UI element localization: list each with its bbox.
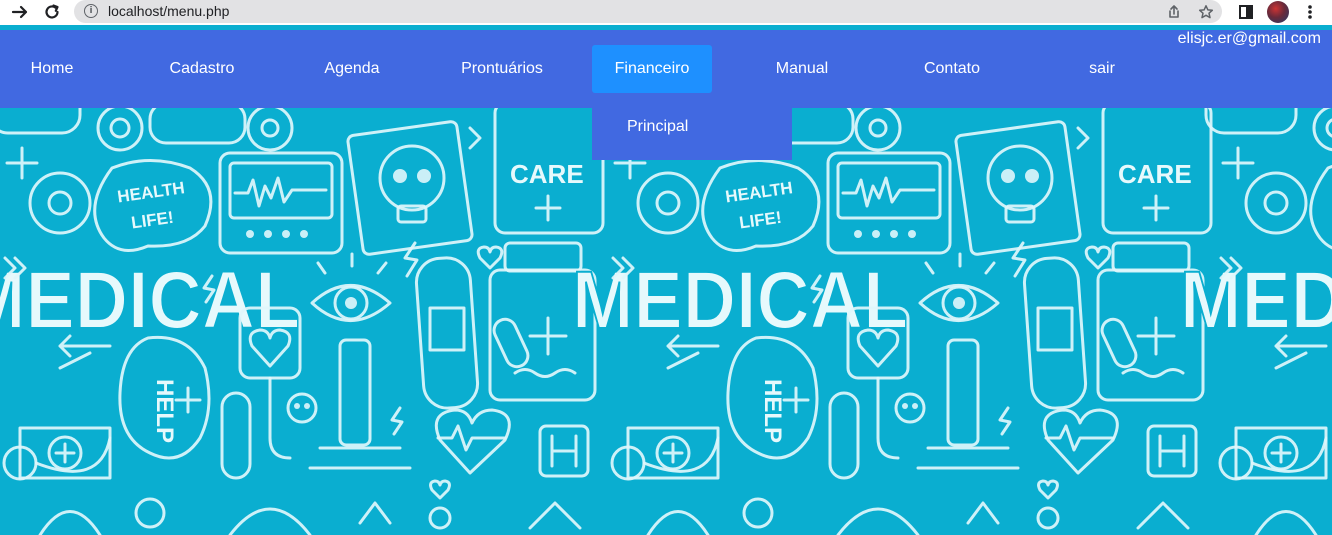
hero-background: HEALTH LIFE! CARE MEDICAL [0,108,1332,535]
reload-icon[interactable] [40,0,64,24]
profile-avatar[interactable] [1266,0,1290,24]
financeiro-submenu: Principal [592,108,792,160]
user-email: elisjc.er@gmail.com [1177,30,1321,47]
submenu-item-principal[interactable]: Principal [627,118,688,136]
doodle-text: HEALTH [116,178,186,206]
doodle-text: HELP [151,379,178,443]
star-icon[interactable] [1194,0,1218,23]
share-icon[interactable] [1162,0,1186,23]
doodle-text: CARE [510,159,584,189]
address-bar[interactable]: i localhost/menu.php [74,0,1222,23]
nav-item-agenda[interactable]: Agenda [292,45,412,93]
browser-toolbar: i localhost/menu.php [0,0,1332,25]
nav-item-cadastro[interactable]: Cadastro [142,45,262,93]
doodle-text: LIFE! [130,208,175,233]
sidepanel-icon[interactable] [1234,0,1258,24]
forward-icon[interactable] [8,0,32,24]
nav-item-financeiro[interactable]: Financeiro [592,45,712,93]
nav-item-sair[interactable]: sair [1042,45,1162,93]
avatar [1267,1,1289,23]
main-nav: Home Cadastro Agenda Prontuários Finance… [0,30,1332,108]
url-text[interactable]: localhost/menu.php [108,3,229,19]
medical-doodle-pattern: HEALTH LIFE! CARE MEDICAL [0,108,1332,535]
nav-item-home[interactable]: Home [0,45,112,93]
nav-item-prontuarios[interactable]: Prontuários [442,45,562,93]
nav-item-contato[interactable]: Contato [892,45,1012,93]
info-icon[interactable]: i [84,4,98,18]
kebab-menu-icon[interactable] [1298,0,1322,24]
nav-item-manual[interactable]: Manual [742,45,862,93]
